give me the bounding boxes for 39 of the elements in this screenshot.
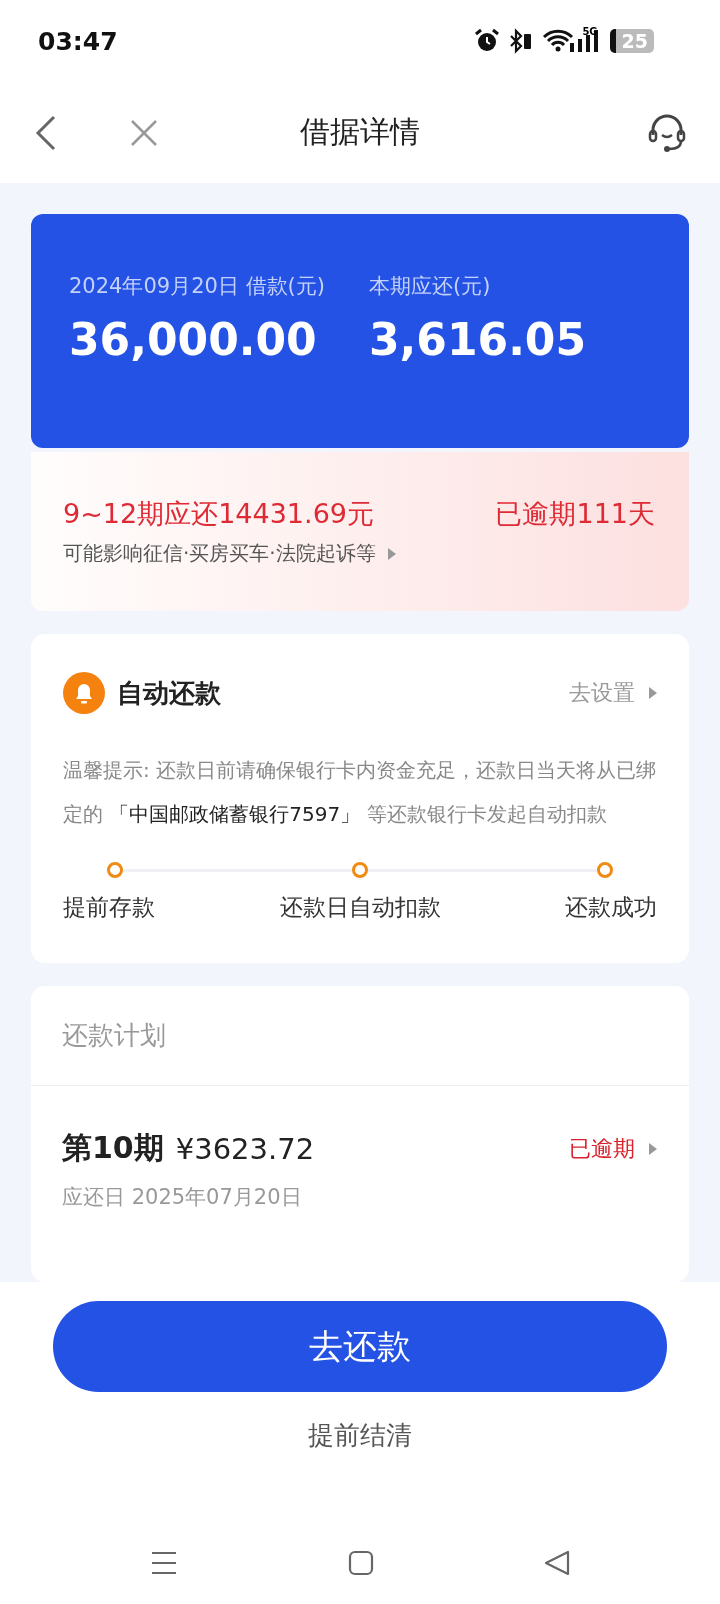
step-dot xyxy=(352,862,368,878)
status-time: 03:47 xyxy=(38,26,118,56)
back-icon[interactable] xyxy=(34,114,58,151)
headset-icon[interactable] xyxy=(648,112,686,153)
caret-icon xyxy=(649,1142,657,1155)
caret-icon xyxy=(649,687,657,699)
repay-button[interactable]: 去还款 xyxy=(53,1301,667,1392)
alarm-clock-icon xyxy=(474,28,501,54)
step-label: 还款日自动扣款 xyxy=(279,893,441,922)
auto-repay-title: 自动还款 xyxy=(117,676,221,710)
network-type: 5G xyxy=(582,26,598,37)
home-icon[interactable] xyxy=(348,1550,374,1576)
overdue-warning: 可能影响征信·买房买车·法院起诉等 xyxy=(63,540,376,567)
overdue-card[interactable]: 9~12期应还14431.69元 已逾期111天 可能影响征信·买房买车·法院起诉等 xyxy=(31,452,689,611)
overdue-summary: 9~12期应还14431.69元 xyxy=(63,497,374,531)
early-settle-link[interactable]: 提前结清 xyxy=(308,1418,412,1453)
wifi-icon xyxy=(542,28,575,54)
installment-status[interactable]: 已逾期 xyxy=(569,1133,657,1164)
installment-amount: ¥3623.72 xyxy=(175,1131,315,1166)
loan-amount: 36,000.00 xyxy=(69,314,318,365)
bell-icon xyxy=(63,672,105,714)
installment-due-date: 应还日 2025年07月20日 xyxy=(62,1184,303,1211)
step-dot xyxy=(597,862,613,878)
menu-icon[interactable] xyxy=(150,1550,178,1576)
installment-period: 第10期 xyxy=(62,1129,164,1167)
step-dot xyxy=(107,862,123,878)
auto-repay-hint: 温馨提示: 还款日前请确保银行卡内资金充足，还款日当天将从已绑定的 「中国邮政储蓄银行7597」 等还款银行卡发起自动扣款 xyxy=(63,757,657,828)
due-label: 本期应还(元) xyxy=(368,273,492,300)
back-triangle-icon[interactable] xyxy=(544,1550,570,1576)
loan-date-label: 2024年09月20日 借款(元) xyxy=(69,273,325,300)
caret-icon xyxy=(387,547,396,560)
plan-title: 还款计划 xyxy=(31,986,689,1086)
overdue-days: 已逾期111天 xyxy=(495,496,655,532)
page-title: 借据详情 xyxy=(300,113,420,151)
due-amount: 3,616.05 xyxy=(368,314,587,365)
battery-level: 25 xyxy=(609,29,654,53)
step-label: 提前存款 xyxy=(63,893,155,922)
step-label: 还款成功 xyxy=(565,893,657,922)
close-icon[interactable] xyxy=(130,118,158,147)
